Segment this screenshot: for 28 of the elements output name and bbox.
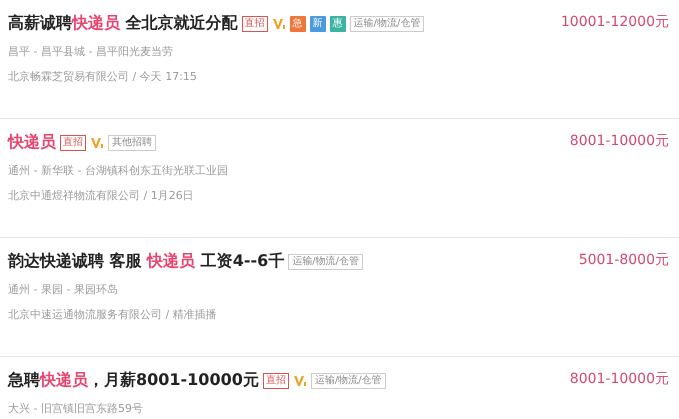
category-tag: 其他招聘	[108, 134, 156, 150]
direct-hire-badge: 直招	[242, 16, 268, 32]
salary-range: 8001-10000元	[570, 370, 669, 388]
category-tag: 运输/物流/仓管	[350, 16, 424, 32]
salary-range: 5001-8000元	[578, 251, 669, 269]
company-and-date: 北京中通煜祥物流有限公司 / 1月26日	[8, 188, 195, 203]
job-title[interactable]: 高薪诚聘快递员 全北京就近分配	[8, 13, 238, 34]
direct-hire-badge: 直招	[60, 134, 86, 150]
job-location: 昌平 - 昌平县城 - 昌平阳光麦当劳	[8, 44, 174, 59]
salary-range: 10001-12000元	[560, 13, 669, 31]
job-title[interactable]: 急聘快递员，月薪8001-10000元	[8, 370, 259, 391]
verified-v-icon	[292, 374, 307, 388]
job-location: 大兴 - 旧宫镇旧宫东路59号	[8, 401, 144, 416]
category-tag: 运输/物流/仓管	[288, 254, 364, 270]
verified-v-icon	[90, 136, 104, 150]
direct-hire-badge: 直招	[262, 372, 289, 388]
urgent-badge: 急	[290, 16, 306, 32]
salary-range: 8001-10000元	[570, 132, 669, 150]
category-tag: 运输/物流/仓管	[310, 372, 386, 388]
job-location: 通州 - 果园 - 果园环岛	[8, 282, 119, 297]
job-title[interactable]: 快递员	[8, 132, 56, 153]
job-location: 通州 - 新华联 - 台湖镇科创东五街光联工业园	[8, 163, 228, 178]
new-badge: 新	[310, 16, 326, 32]
company-and-date: 北京中速运通物流服务有限公司 / 精准插播	[8, 307, 218, 322]
verified-v-icon	[272, 16, 286, 30]
job-title[interactable]: 韵达快递诚聘 客服 快递员 工资4--6千	[8, 251, 284, 272]
company-and-date: 北京畅霖芝贸易有限公司 / 今天 17:15	[8, 69, 198, 84]
discount-badge: 惠	[330, 16, 346, 32]
